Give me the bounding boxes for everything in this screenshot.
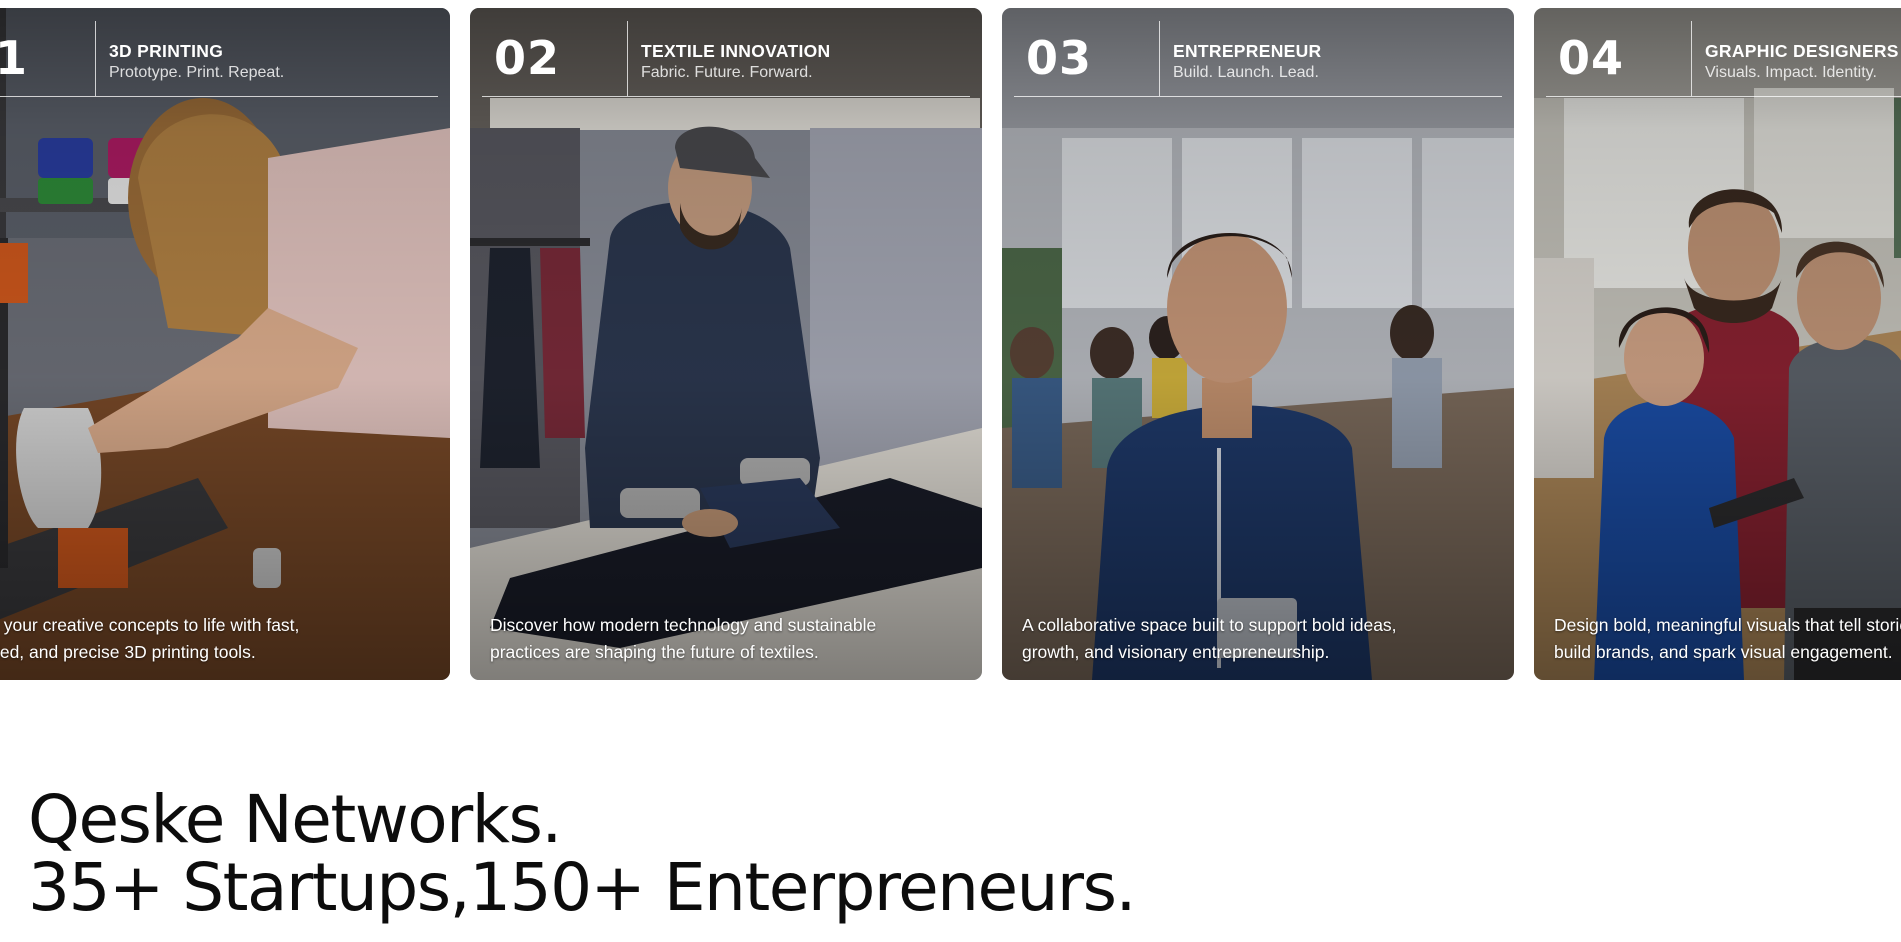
headline-line-1: Qeske Networks. [28,781,562,858]
card-description-line: Bring your creative concepts to life wit… [0,615,300,635]
card-header: 04 GRAPHIC DESIGNERS Visuals. Impact. Id… [1546,21,1901,97]
card-description: Bring your creative concepts to life wit… [0,612,430,666]
program-carousel[interactable]: 01 3D PRINTING Prototype. Print. Repeat.… [0,8,1901,680]
card-description-line: detailed, and precise 3D printing tools. [0,642,256,662]
card-description-line: practices are shaping the future of text… [490,642,819,662]
card-shade [470,8,982,680]
card-description-line: A collaborative space built to support b… [1022,615,1397,635]
card-3d-printing[interactable]: 01 3D PRINTING Prototype. Print. Repeat.… [0,8,450,680]
card-description: Discover how modern technology and susta… [490,612,962,666]
card-tagline: Prototype. Print. Repeat. [109,64,285,81]
card-titles: 3D PRINTING Prototype. Print. Repeat. [96,21,284,96]
card-title: ENTREPRENEUR [1173,41,1322,61]
card-number: 03 [1014,21,1160,96]
card-number: 01 [0,21,96,96]
headline-line-2: 35+ Startups,150+ Enterpreneurs. [28,849,1136,926]
page: 01 3D PRINTING Prototype. Print. Repeat.… [0,0,1901,942]
card-description-line: build brands, and spark visual engagemen… [1554,642,1893,662]
card-description-line: Design bold, meaningful visuals that tel… [1554,615,1901,635]
card-graphic-designers[interactable]: 04 GRAPHIC DESIGNERS Visuals. Impact. Id… [1534,8,1901,680]
card-title: TEXTILE INNOVATION [641,41,831,61]
card-tagline: Visuals. Impact. Identity. [1705,64,1877,81]
card-entrepreneur[interactable]: 03 ENTREPRENEUR Build. Launch. Lead. A c… [1002,8,1514,680]
card-title: 3D PRINTING [109,41,224,61]
card-description-line: growth, and visionary entrepreneurship. [1022,642,1330,662]
card-titles: TEXTILE INNOVATION Fabric. Future. Forwa… [628,21,830,96]
networks-headline: Qeske Networks. 35+ Startups,150+ Enterp… [28,781,1136,926]
card-shade [1002,8,1514,680]
card-number: 04 [1546,21,1692,96]
card-title: GRAPHIC DESIGNERS [1705,41,1899,61]
card-description-line: Discover how modern technology and susta… [490,615,877,635]
card-textile-innovation[interactable]: 02 TEXTILE INNOVATION Fabric. Future. Fo… [470,8,982,680]
card-description: A collaborative space built to support b… [1022,612,1494,666]
card-titles: GRAPHIC DESIGNERS Visuals. Impact. Ident… [1692,21,1899,96]
card-header: 01 3D PRINTING Prototype. Print. Repeat. [0,21,438,97]
card-tagline: Fabric. Future. Forward. [641,64,813,81]
card-header: 03 ENTREPRENEUR Build. Launch. Lead. [1014,21,1502,97]
card-header: 02 TEXTILE INNOVATION Fabric. Future. Fo… [482,21,970,97]
card-shade [1534,8,1901,680]
card-description: Design bold, meaningful visuals that tel… [1554,612,1901,666]
card-tagline: Build. Launch. Lead. [1173,64,1319,81]
card-number: 02 [482,21,628,96]
card-shade [0,8,450,680]
card-titles: ENTREPRENEUR Build. Launch. Lead. [1160,21,1321,96]
